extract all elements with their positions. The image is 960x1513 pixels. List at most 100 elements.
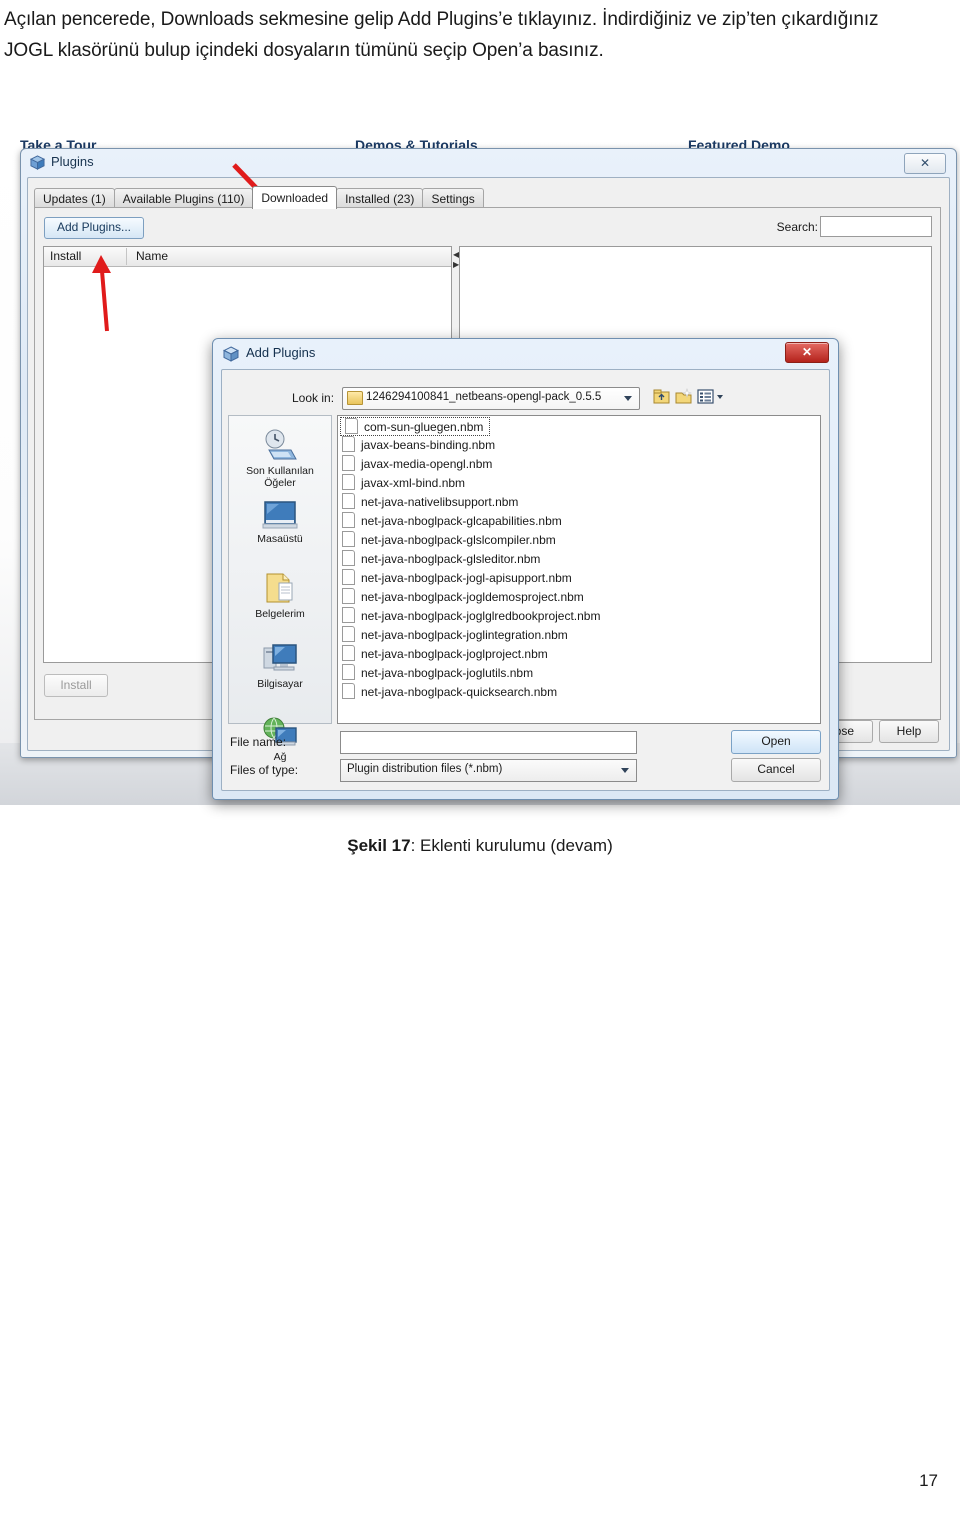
place-computer[interactable]: Bilgisayar — [229, 643, 331, 690]
chevron-down-icon — [621, 768, 629, 773]
file-icon — [342, 626, 355, 642]
place-label: Masaüstü — [257, 533, 303, 545]
file-name: net-java-nboglpack-joglintegration.nbm — [361, 628, 568, 642]
figure-caption-label: Şekil 17 — [347, 836, 411, 855]
table-header-row: Install Name — [44, 247, 452, 267]
file-name: net-java-nativelibsupport.nbm — [361, 495, 519, 509]
file-name: com-sun-gluegen.nbm — [364, 420, 484, 434]
plugins-window-title: Plugins — [51, 154, 94, 169]
file-name: net-java-nboglpack-jogldemosproject.nbm — [361, 590, 584, 604]
file-name: javax-media-opengl.nbm — [361, 457, 493, 471]
place-label: Ağ — [273, 751, 287, 763]
tab-settings[interactable]: Settings — [422, 188, 484, 209]
file-icon — [342, 550, 355, 566]
file-icon — [342, 436, 355, 452]
table-header-separator[interactable] — [126, 248, 127, 265]
file-icon — [342, 455, 355, 471]
folder-icon — [347, 391, 363, 405]
list-item[interactable]: javax-beans-binding.nbm — [338, 436, 820, 455]
add-plugins-title: Add Plugins — [246, 345, 316, 360]
new-folder-icon[interactable] — [674, 387, 693, 406]
page-number: 17 — [919, 1471, 938, 1490]
file-name: net-java-nboglpack-joglglredbookproject.… — [361, 609, 601, 623]
tab-available-plugins[interactable]: Available Plugins (110) — [113, 188, 254, 209]
place-documents[interactable]: Belgelerim — [229, 571, 331, 620]
list-item[interactable]: net-java-nboglpack-joglutils.nbm — [338, 664, 820, 683]
view-menu-chevron-icon[interactable] — [717, 395, 723, 399]
list-item[interactable]: net-java-nativelibsupport.nbm — [338, 493, 820, 512]
computer-icon — [263, 644, 297, 671]
list-item[interactable]: net-java-nboglpack-glslcompiler.nbm — [338, 531, 820, 550]
files-of-type-label: Files of type: — [230, 763, 299, 777]
list-item[interactable]: javax-xml-bind.nbm — [338, 474, 820, 493]
cancel-button[interactable]: Cancel — [731, 758, 821, 782]
place-label: Son Kullanılan Öğeler — [246, 465, 314, 489]
places-sidebar: Son Kullanılan Öğeler Masaüstü Belgeleri… — [228, 415, 332, 763]
search-input[interactable] — [820, 216, 932, 237]
list-item[interactable]: net-java-nboglpack-joglglredbookproject.… — [338, 607, 820, 626]
figure-caption: Şekil 17: Eklenti kurulumu (devam) — [0, 836, 960, 856]
screenshot-figure: Take a Tour Demos & Tutorials Featured D… — [0, 133, 960, 805]
look-in-combobox[interactable]: 1246294100841_netbeans-opengl-pack_0.5.5 — [342, 387, 640, 410]
file-name: net-java-nboglpack-glsleditor.nbm — [361, 552, 541, 566]
plugins-window-close-button[interactable]: ✕ — [904, 153, 946, 174]
list-item[interactable]: javax-media-opengl.nbm — [338, 455, 820, 474]
tab-installed[interactable]: Installed (23) — [336, 188, 424, 209]
recent-items-icon — [265, 429, 297, 460]
open-button[interactable]: Open — [731, 730, 821, 754]
file-icon — [345, 418, 358, 434]
add-plugins-body: Look in: 1246294100841_netbeans-opengl-p… — [221, 369, 830, 791]
list-item[interactable]: com-sun-gluegen.nbm — [340, 417, 491, 436]
list-item[interactable]: net-java-nboglpack-jogl-apisupport.nbm — [338, 569, 820, 588]
look-in-value: 1246294100841_netbeans-opengl-pack_0.5.5 — [366, 391, 602, 403]
list-item[interactable]: net-java-nboglpack-joglproject.nbm — [338, 645, 820, 664]
file-name: net-java-nboglpack-glslcompiler.nbm — [361, 533, 556, 547]
file-icon — [342, 664, 355, 680]
place-label: Bilgisayar — [257, 678, 303, 690]
file-icon — [342, 531, 355, 547]
file-list[interactable]: com-sun-gluegen.nbm javax-beans-binding.… — [337, 415, 821, 724]
instruction-paragraph: Açılan pencerede, Downloads sekmesine ge… — [4, 9, 879, 61]
look-in-label: Look in: — [292, 391, 335, 405]
place-desktop[interactable]: Masaüstü — [229, 500, 331, 545]
documents-icon — [266, 573, 293, 603]
file-name-label: File name: — [230, 735, 287, 749]
files-of-type-combobox[interactable]: Plugin distribution files (*.nbm) — [340, 759, 637, 782]
place-label: Belgelerim — [255, 608, 305, 620]
list-item[interactable]: net-java-nboglpack-glsleditor.nbm — [338, 550, 820, 569]
file-name-input[interactable] — [340, 731, 637, 754]
add-plugins-button[interactable]: Add Plugins... — [44, 217, 144, 239]
file-icon — [342, 588, 355, 604]
cube-icon — [30, 155, 45, 170]
file-icon — [342, 683, 355, 699]
file-icon — [342, 607, 355, 623]
file-icon — [342, 474, 355, 490]
place-recent-items[interactable]: Son Kullanılan Öğeler — [229, 428, 331, 489]
file-name: javax-xml-bind.nbm — [361, 476, 466, 490]
file-name: net-java-nboglpack-glcapabilities.nbm — [361, 514, 562, 528]
add-plugins-dialog: Add Plugins ✕ Look in: 1246294100841_net… — [212, 338, 839, 800]
up-one-level-icon[interactable] — [652, 387, 671, 406]
file-name: net-java-nboglpack-joglproject.nbm — [361, 647, 548, 661]
tab-downloaded[interactable]: Downloaded — [252, 186, 338, 209]
search-label: Search: — [776, 220, 818, 234]
add-plugins-close-button[interactable]: ✕ — [785, 342, 829, 363]
add-plugins-titlebar: Add Plugins ✕ — [213, 339, 838, 369]
plugins-tabstrip: Updates (1) Available Plugins (110) Downlo… — [34, 186, 484, 209]
desktop-icon — [262, 501, 298, 529]
table-header-install[interactable]: Install — [50, 247, 81, 266]
chevron-down-icon — [624, 396, 632, 401]
list-item[interactable]: net-java-nboglpack-quicksearch.nbm — [338, 683, 820, 702]
view-menu-icon[interactable] — [696, 387, 715, 406]
table-header-name[interactable]: Name — [136, 247, 168, 266]
list-item[interactable]: net-java-nboglpack-glcapabilities.nbm — [338, 512, 820, 531]
list-item[interactable]: net-java-nboglpack-jogldemosproject.nbm — [338, 588, 820, 607]
list-item[interactable]: net-java-nboglpack-joglintegration.nbm — [338, 626, 820, 645]
install-button[interactable]: Install — [44, 674, 108, 697]
tab-updates[interactable]: Updates (1) — [34, 188, 115, 209]
file-icon — [342, 493, 355, 509]
file-icon — [342, 569, 355, 585]
plugins-help-button[interactable]: Help — [879, 720, 939, 743]
file-name: javax-beans-binding.nbm — [361, 438, 496, 452]
files-of-type-value: Plugin distribution files (*.nbm) — [347, 763, 503, 775]
